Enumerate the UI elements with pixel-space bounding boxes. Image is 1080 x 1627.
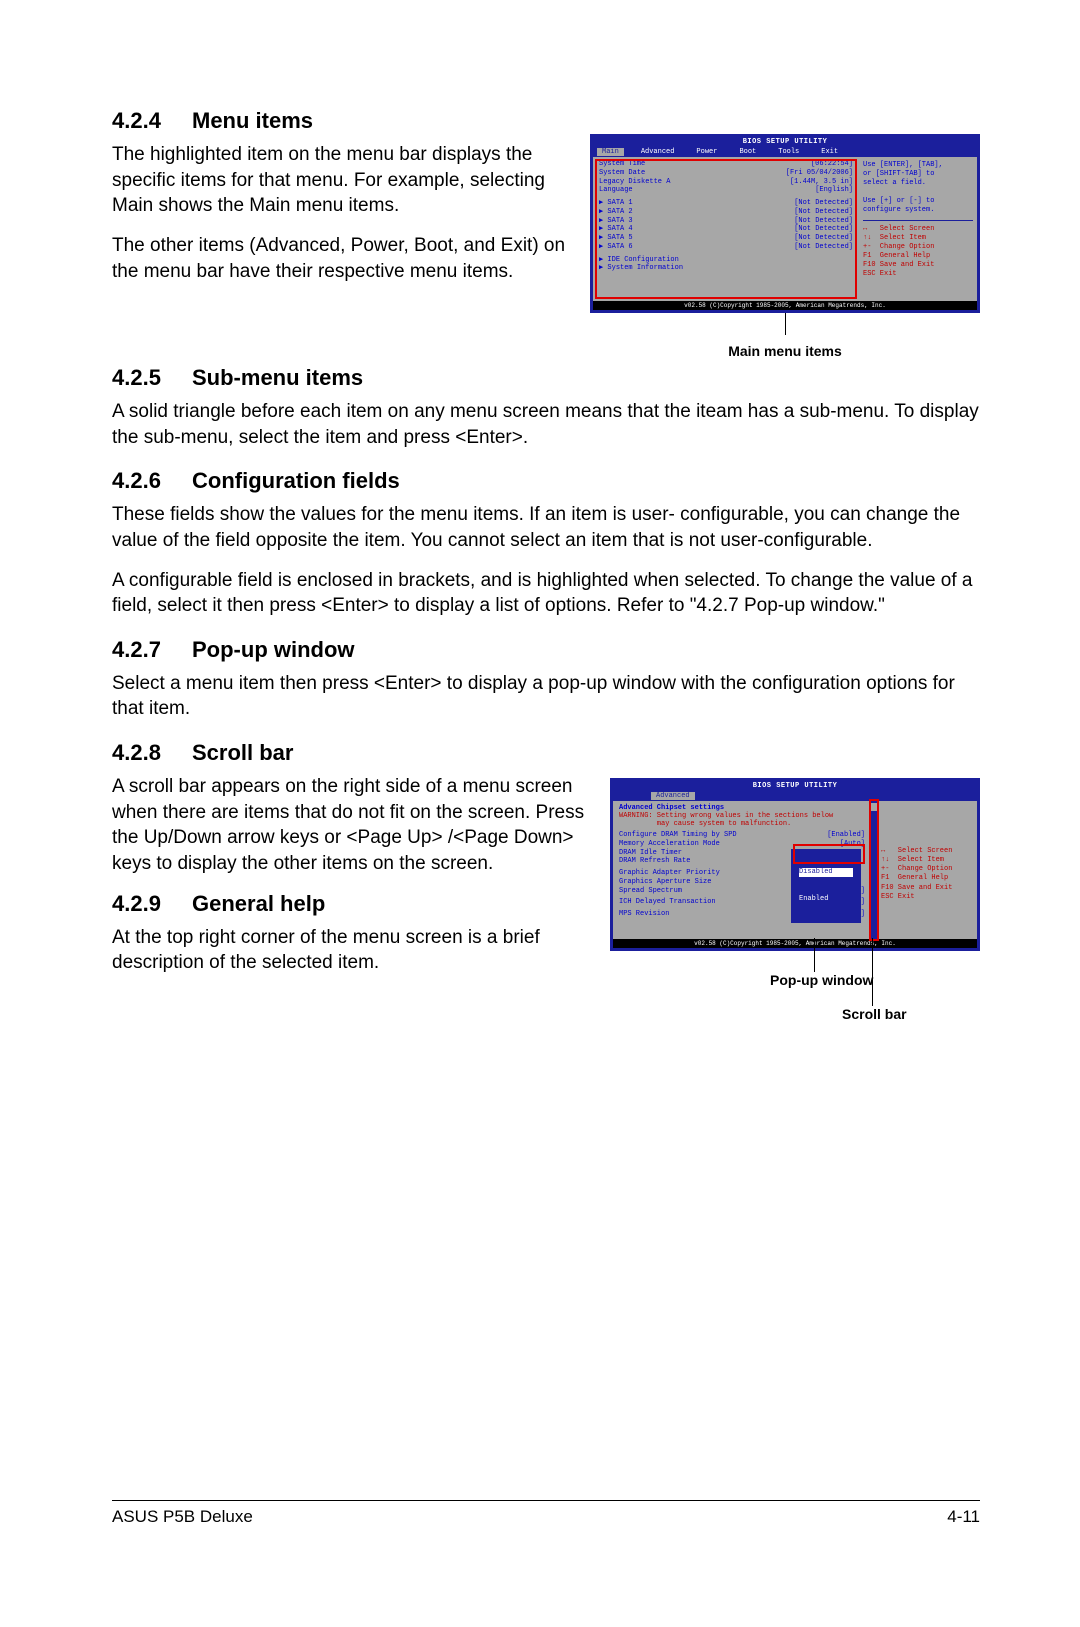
- heading-4.2.5: 4.2.5Sub-menu items: [112, 365, 980, 391]
- bios-menubar: Main Advanced Power Boot Tools Exit: [593, 147, 977, 157]
- figure-caption: Main menu items: [590, 343, 980, 359]
- heading-4.2.9: 4.2.9General help: [112, 891, 592, 917]
- para: At the top right corner of the menu scre…: [112, 925, 592, 976]
- para: These fields show the values for the men…: [112, 502, 980, 553]
- page-footer: ASUS P5B Deluxe 4-11: [112, 1500, 980, 1527]
- heading-4.2.4: 4.2.4Menu items: [112, 108, 572, 134]
- callout-popup: Pop-up window: [770, 972, 873, 988]
- para: A solid triangle before each item on any…: [112, 399, 980, 450]
- heading-4.2.6: 4.2.6Configuration fields: [112, 468, 980, 494]
- para: The other items (Advanced, Power, Boot, …: [112, 233, 572, 284]
- callout-scrollbar: Scroll bar: [842, 1006, 907, 1022]
- para: The highlighted item on the menu bar dis…: [112, 142, 572, 219]
- bios-screenshot-main: BIOS SETUP UTILITY Main Advanced Power B…: [590, 134, 980, 313]
- heading-4.2.8: 4.2.8Scroll bar: [112, 740, 980, 766]
- bios-screenshot-advanced: BIOS SETUP UTILITY Advanced Advanced Chi…: [610, 778, 980, 951]
- para: Select a menu item then press <Enter> to…: [112, 671, 980, 722]
- para: A configurable field is enclosed in brac…: [112, 568, 980, 619]
- heading-4.2.7: 4.2.7Pop-up window: [112, 637, 980, 663]
- para: A scroll bar appears on the right side o…: [112, 774, 592, 877]
